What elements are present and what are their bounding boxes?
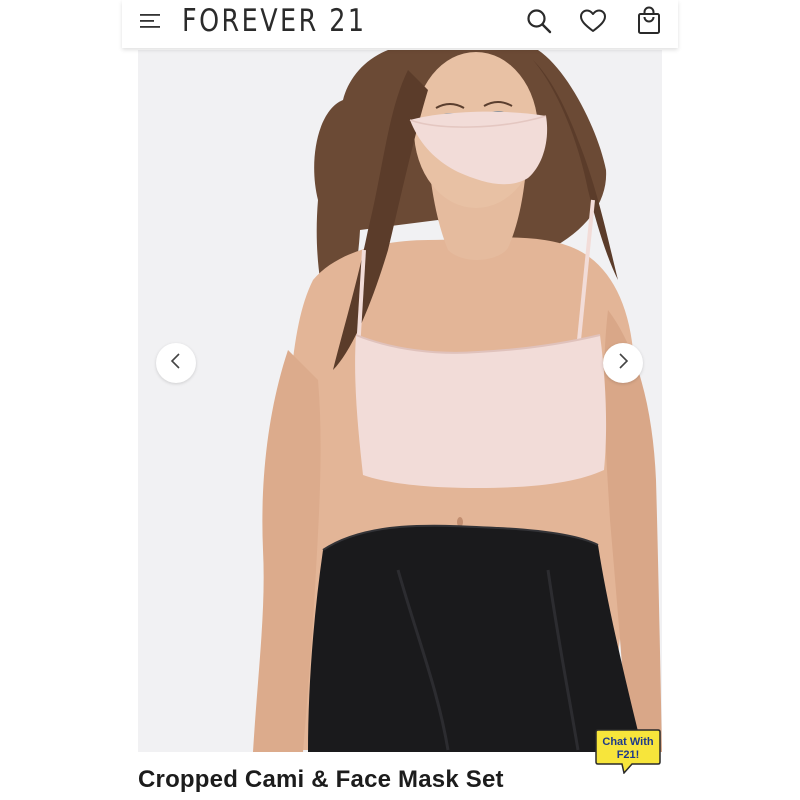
product-image[interactable] [138,50,662,752]
chat-label-line1: Chat With [602,736,654,748]
carousel-prev-button[interactable] [156,343,196,383]
chat-label-line2: F21! [616,749,640,761]
site-header: FOREVER 21 [122,0,678,48]
product-title: Cropped Cami & Face Mask Set [138,766,504,793]
hamburger-menu-icon[interactable] [138,10,162,30]
chat-button[interactable]: Chat With F21! [594,728,662,774]
search-icon[interactable] [524,6,554,36]
carousel-next-button[interactable] [603,343,643,383]
brand-logo[interactable]: FOREVER 21 [182,2,367,40]
chevron-left-icon [167,352,185,374]
chevron-right-icon [614,352,632,374]
shopping-bag-icon[interactable] [634,6,664,36]
heart-icon[interactable] [578,6,608,36]
chat-label: Chat With F21! [596,736,660,762]
model-photo [138,50,662,752]
